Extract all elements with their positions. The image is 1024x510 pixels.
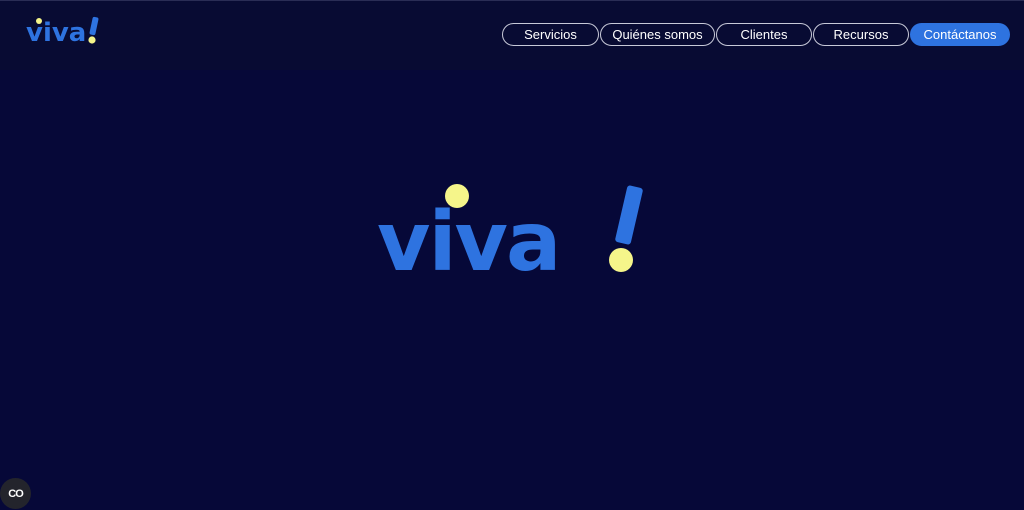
captions-icon: CO: [8, 487, 23, 500]
main-nav: Servicios Quiénes somos Clientes Recurso…: [502, 23, 1010, 46]
svg-text:viva: viva: [26, 18, 86, 47]
nav-recursos-button[interactable]: Recursos: [813, 23, 909, 46]
captions-button[interactable]: CO: [0, 478, 31, 509]
nav-quienes-somos-button[interactable]: Quiénes somos: [600, 23, 715, 46]
page: viva Servicios Quiénes somos Clientes Re…: [0, 0, 1024, 510]
hero-section: viva: [0, 70, 1024, 510]
hero-viva-logo: viva: [377, 184, 643, 278]
site-header: viva Servicios Quiénes somos Clientes Re…: [0, 0, 1024, 70]
nav-contactanos-button[interactable]: Contáctanos: [910, 23, 1010, 46]
nav-servicios-button[interactable]: Servicios: [502, 23, 599, 46]
svg-text:viva: viva: [377, 195, 559, 278]
nav-clientes-button[interactable]: Clientes: [716, 23, 812, 46]
viva-logo[interactable]: viva: [26, 15, 102, 47]
